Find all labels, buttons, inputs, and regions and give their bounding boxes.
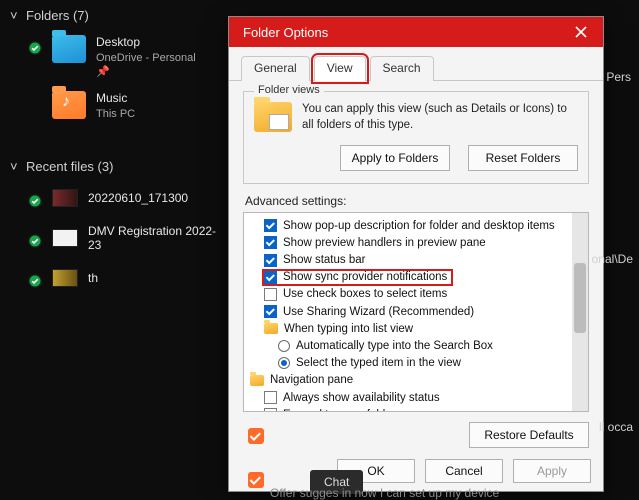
recent-file[interactable]: DMV Registration 2022-23: [0, 216, 230, 260]
folder-item-desktop[interactable]: Desktop OneDrive - Personal 📌: [0, 29, 230, 85]
setting-label: Navigation pane: [270, 374, 353, 386]
dialog-title: Folder Options: [243, 25, 328, 40]
setting-row[interactable]: Select the typed item in the view: [250, 355, 584, 372]
folders-header-label: Folders (7): [26, 8, 89, 23]
setting-label: Use check boxes to select items: [283, 288, 447, 300]
sync-ok-icon: [28, 274, 42, 288]
pin-icon: 📌: [96, 65, 196, 79]
recent-file[interactable]: th: [0, 260, 230, 296]
bg-text: Pers: [606, 70, 631, 84]
sync-ok-icon: [28, 234, 42, 248]
restore-defaults-button[interactable]: Restore Defaults: [469, 422, 589, 448]
checkbox[interactable]: [264, 236, 277, 249]
scrollbar[interactable]: [572, 213, 588, 411]
checkbox[interactable]: [264, 305, 277, 318]
checkbox-icon[interactable]: [248, 472, 264, 488]
thumb-icon: [52, 269, 78, 287]
group-label: Folder views: [254, 84, 324, 96]
tab-search[interactable]: Search: [370, 56, 434, 81]
file-name: th: [88, 271, 98, 285]
sync-ok-icon: [28, 194, 42, 208]
dialog-titlebar[interactable]: Folder Options: [229, 17, 603, 47]
folders-header[interactable]: ˅ Folders (7): [0, 0, 230, 29]
setting-row[interactable]: Expand to open folder: [250, 406, 584, 412]
setting-label: Show preview handlers in preview pane: [283, 237, 486, 249]
setting-row[interactable]: Use check boxes to select items: [250, 286, 584, 303]
setting-label: Automatically type into the Search Box: [296, 340, 493, 352]
checkbox[interactable]: [264, 254, 277, 267]
chevron-down-icon: ˅: [10, 8, 20, 23]
checkbox-icon[interactable]: [248, 428, 264, 444]
setting-label: When typing into list view: [284, 323, 413, 335]
checkbox[interactable]: [264, 288, 277, 301]
apply-to-folders-button[interactable]: Apply to Folders: [340, 145, 450, 171]
bg-text: onal\De: [592, 252, 633, 266]
advanced-settings-label: Advanced settings:: [245, 194, 589, 208]
recent-header-label: Recent files (3): [26, 159, 113, 174]
tabs: General View Search: [229, 47, 603, 81]
checkbox[interactable]: [264, 271, 277, 284]
chevron-down-icon: ˅: [10, 159, 20, 174]
folder-sub: OneDrive - Personal: [96, 51, 196, 65]
setting-row[interactable]: Automatically type into the Search Box: [250, 337, 584, 354]
setting-row[interactable]: Show status bar: [250, 251, 584, 268]
recent-file[interactable]: 20220610_171300: [0, 180, 230, 216]
folder-item-music[interactable]: Music This PC: [0, 85, 230, 127]
bg-text: ll occa: [599, 420, 633, 434]
checkbox[interactable]: [264, 391, 277, 404]
setting-label: Use Sharing Wizard (Recommended): [283, 306, 474, 318]
folder-name: Music: [96, 91, 135, 107]
folder-name: Desktop: [96, 35, 196, 51]
music-folder-icon: [52, 91, 86, 119]
setting-row[interactable]: Show sync provider notifications: [250, 269, 584, 286]
folder-icon: [264, 323, 278, 334]
checkbox[interactable]: [264, 408, 277, 412]
folder-icon: [250, 375, 264, 386]
setting-row[interactable]: When typing into list view: [250, 320, 584, 337]
folder-options-dialog: Folder Options General View Search Folde…: [228, 16, 604, 492]
folder-views-icon: [254, 102, 292, 132]
setting-label: Show status bar: [283, 254, 365, 266]
cancel-button[interactable]: Cancel: [425, 459, 503, 483]
folder-sub: This PC: [96, 107, 135, 121]
folder-views-group: Folder views You can apply this view (su…: [243, 91, 589, 184]
advanced-settings-list: Show pop-up description for folder and d…: [243, 212, 589, 412]
setting-row[interactable]: Show pop-up description for folder and d…: [250, 217, 584, 234]
folder-icon: [52, 35, 86, 63]
folder-views-text: You can apply this view (such as Details…: [302, 102, 578, 133]
checkbox[interactable]: [264, 219, 277, 232]
bg-text: Offer sugges in now I can set up my devi…: [270, 486, 499, 500]
scroll-thumb[interactable]: [574, 263, 586, 333]
setting-row[interactable]: Navigation pane: [250, 372, 584, 389]
file-name: 20220610_171300: [88, 191, 188, 205]
setting-row[interactable]: Use Sharing Wizard (Recommended): [250, 303, 584, 320]
recent-header[interactable]: ˅ Recent files (3): [0, 151, 230, 180]
setting-label: Show pop-up description for folder and d…: [283, 220, 555, 232]
radio[interactable]: [278, 340, 290, 352]
close-icon[interactable]: [569, 20, 593, 44]
explorer-pane: ˅ Folders (7) Desktop OneDrive - Persona…: [0, 0, 230, 500]
setting-row[interactable]: Show preview handlers in preview pane: [250, 234, 584, 251]
setting-label: Select the typed item in the view: [296, 357, 461, 369]
thumb-icon: [52, 229, 78, 247]
setting-row[interactable]: Always show availability status: [250, 389, 584, 406]
setting-label: Always show availability status: [283, 392, 440, 404]
setting-label: Expand to open folder: [283, 409, 396, 412]
tab-general[interactable]: General: [241, 56, 310, 81]
radio[interactable]: [278, 357, 290, 369]
file-name: DMV Registration 2022-23: [88, 224, 220, 252]
reset-folders-button[interactable]: Reset Folders: [468, 145, 578, 171]
thumb-icon: [52, 189, 78, 207]
setting-label: Show sync provider notifications: [283, 271, 447, 283]
tab-view[interactable]: View: [314, 56, 366, 81]
sync-ok-icon: [28, 41, 42, 55]
apply-button[interactable]: Apply: [513, 459, 591, 483]
